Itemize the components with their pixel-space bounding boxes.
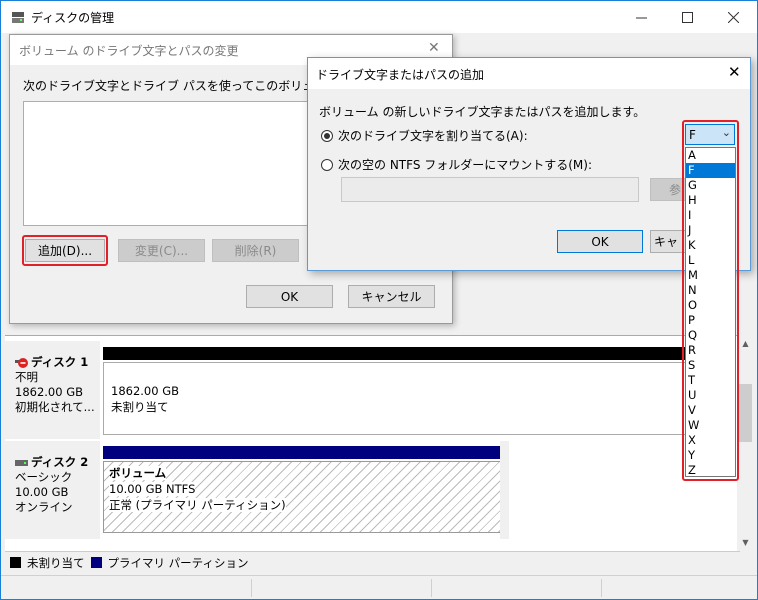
disk-management-icon	[12, 12, 24, 23]
disk2-frame-spacer	[500, 441, 509, 539]
minimize-icon	[635, 17, 647, 19]
scroll-up-icon[interactable]: ▲	[737, 335, 754, 352]
disk1-partition-status: 未割り当て	[111, 400, 169, 414]
dialog1-close-icon[interactable]: ✕	[428, 40, 440, 56]
dialog2-title-bar: ドライブ文字またはパスの追加 ✕	[308, 58, 750, 89]
dialog1-description: 次のドライブ文字とドライブ パスを使ってこのボリュームにアクセスします	[23, 79, 313, 93]
close-icon	[727, 12, 739, 23]
legend-unallocated: 未割り当て	[27, 555, 85, 570]
disk1-name: ディスク 1	[31, 355, 89, 369]
disk2-state: オンライン	[15, 500, 73, 514]
dialog2-description: ボリューム の新しいドライブ文字またはパスを追加します。	[319, 105, 646, 119]
assign-letter-label: 次のドライブ文字を割り当てる(A):	[338, 129, 528, 143]
add-button-highlight	[22, 235, 108, 266]
disk2-info-panel[interactable]: ディスク 2 ベーシック 10.00 GB オンライン	[5, 441, 100, 539]
dialog2-title: ドライブ文字またはパスの追加	[316, 68, 485, 82]
disk1-size: 1862.00 GB	[15, 385, 84, 399]
disk2-volume-partition[interactable]: ボリューム 10.00 GB NTFS 正常 (プライマリ パーティション)	[103, 461, 503, 533]
mount-folder-option[interactable]: 次の空の NTFS フォルダーにマウントする(M):	[321, 156, 592, 173]
maximize-button[interactable]	[664, 2, 710, 33]
change-button[interactable]: 変更(C)...	[118, 239, 205, 262]
disk1-unallocated-partition[interactable]: 1862.00 GB 未割り当て	[103, 362, 686, 435]
assign-letter-option[interactable]: 次のドライブ文字を割り当てる(A):	[321, 127, 528, 144]
dropdown-highlight	[682, 120, 739, 481]
dialog1-cancel-button[interactable]: キャンセル	[348, 285, 435, 308]
disk1-unallocated-bar	[103, 347, 686, 360]
disk2-primary-bar	[103, 446, 503, 459]
disk-drive-icon	[15, 459, 28, 466]
title-bar: ディスクの管理	[1, 1, 757, 33]
volume-status: 正常 (プライマリ パーティション)	[109, 498, 286, 512]
vertical-scrollbar[interactable]: ▲	[737, 335, 754, 551]
legend-primary: プライマリ パーティション	[107, 555, 249, 570]
legend-bar: 未割り当て プライマリ パーティション	[5, 551, 740, 573]
dialog2-ok-button[interactable]: OK	[557, 230, 643, 253]
dialog1-title: ボリューム のドライブ文字とパスの変更	[19, 44, 239, 58]
unallocated-swatch	[10, 557, 21, 568]
mount-folder-path-field[interactable]	[341, 177, 639, 202]
dialog2-close-icon[interactable]: ✕	[728, 63, 741, 81]
scroll-down-icon[interactable]: ▼	[737, 534, 754, 551]
status-bar	[1, 575, 757, 599]
disk1-state: 初期化されて...	[15, 400, 95, 414]
mount-folder-label: 次の空の NTFS フォルダーにマウントする(M):	[338, 158, 593, 172]
disk2-name: ディスク 2	[31, 455, 89, 469]
remove-button[interactable]: 削除(R)	[212, 239, 299, 262]
disk-error-icon	[15, 357, 28, 368]
maximize-icon	[681, 12, 693, 23]
disk2-type: ベーシック	[15, 470, 73, 484]
window-title: ディスクの管理	[31, 11, 115, 25]
mount-folder-radio[interactable]	[321, 158, 333, 171]
close-window-button[interactable]	[710, 2, 756, 33]
disk1-partition-size: 1862.00 GB	[111, 384, 180, 398]
scrollbar-thumb[interactable]	[739, 384, 752, 442]
primary-swatch	[90, 557, 102, 568]
volume-detail: 10.00 GB NTFS	[109, 482, 196, 496]
disk2-size: 10.00 GB	[15, 485, 69, 499]
volume-name: ボリューム	[109, 466, 167, 480]
disk1-status: 不明	[15, 370, 38, 384]
dialog1-ok-button[interactable]: OK	[246, 285, 333, 308]
assign-letter-radio[interactable]	[321, 129, 333, 142]
disk1-info-panel[interactable]: ディスク 1 不明 1862.00 GB 初期化されて...	[5, 341, 100, 439]
minimize-button[interactable]	[618, 2, 664, 33]
